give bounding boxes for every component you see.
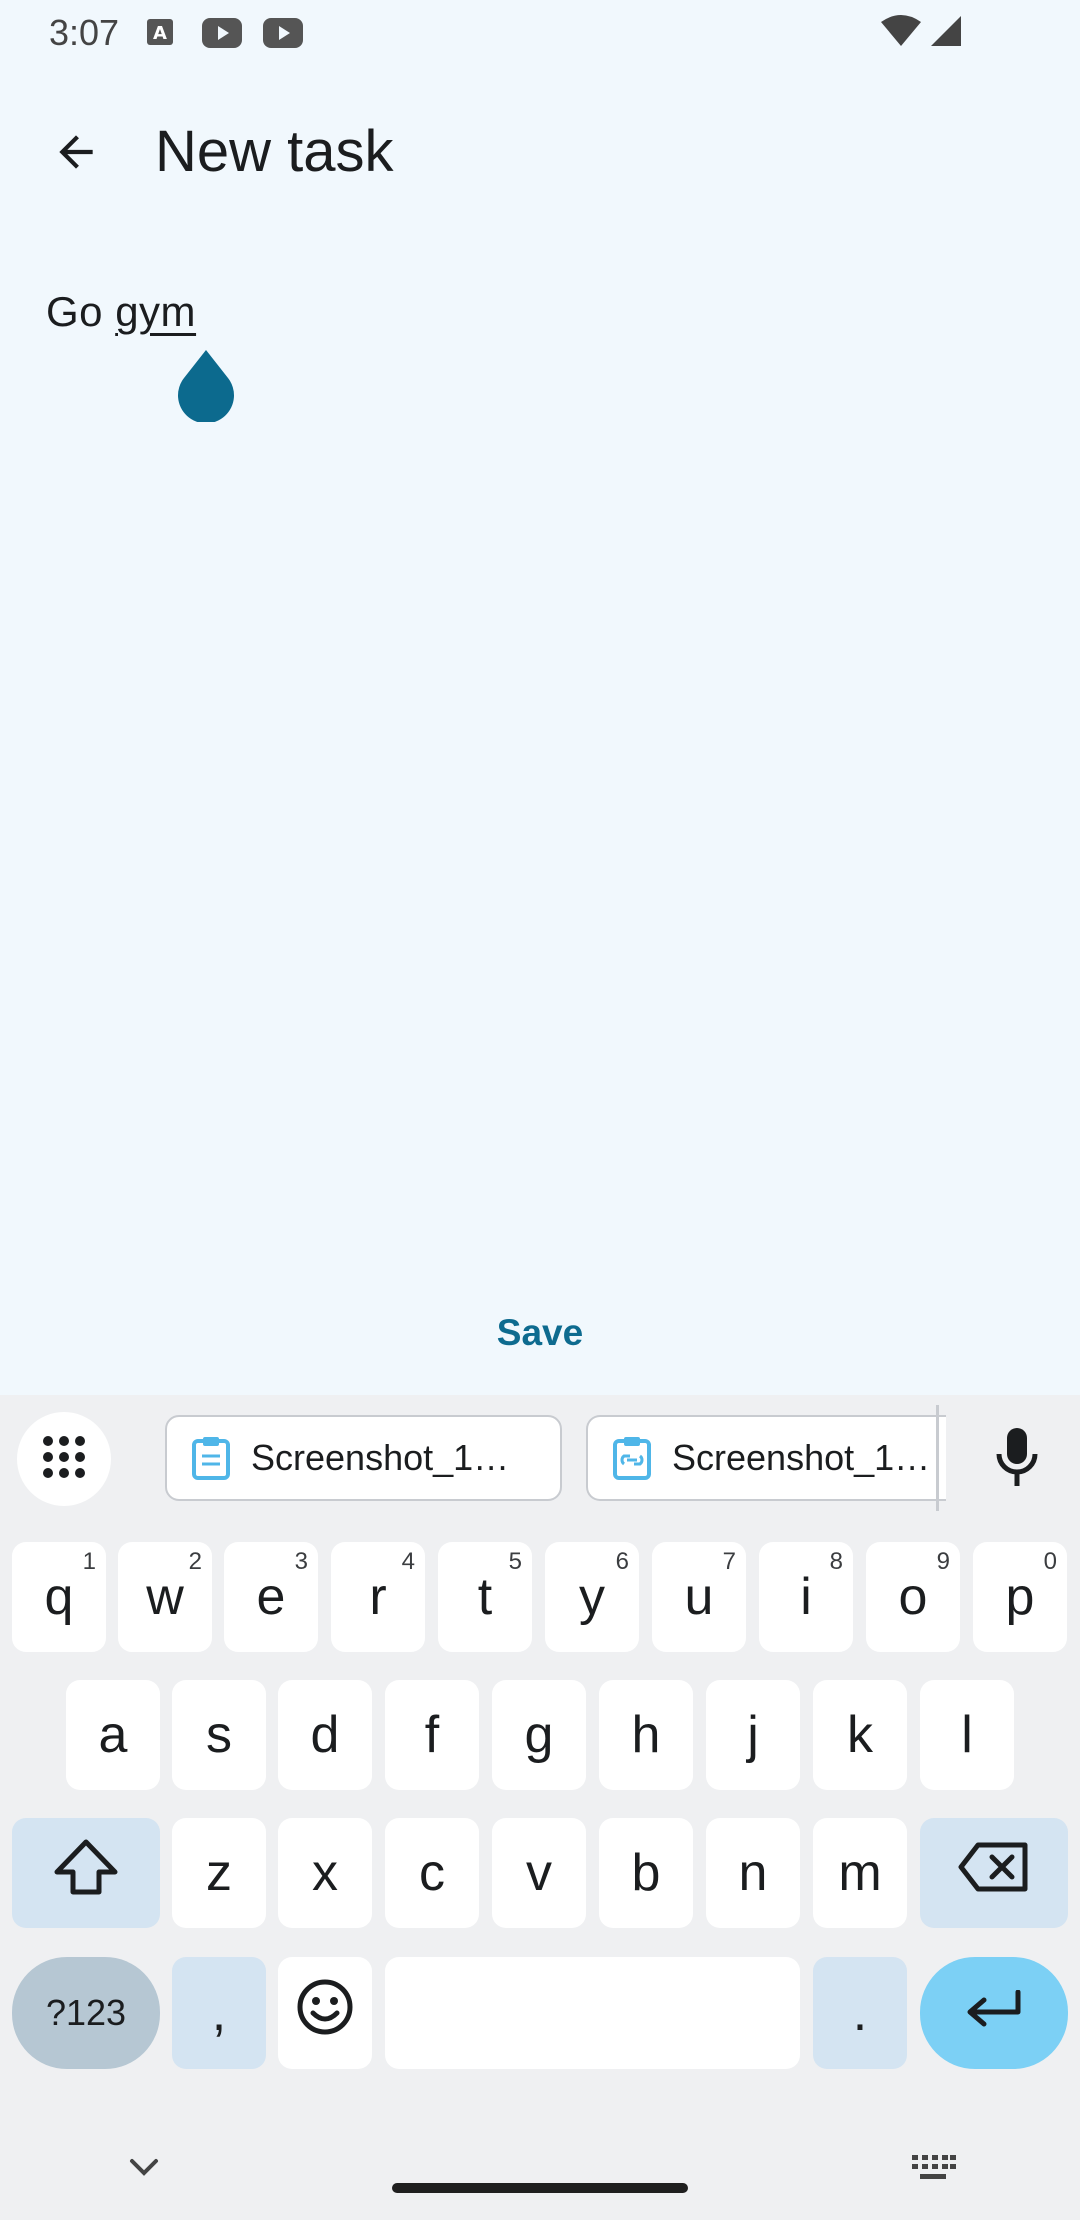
- youtube-icon: [202, 18, 242, 53]
- key-y[interactable]: y6: [545, 1542, 639, 1652]
- status-bar: 3:07 A: [0, 0, 1080, 66]
- keyboard-bottom-bar: [0, 2125, 1080, 2220]
- key-s[interactable]: s: [172, 1680, 266, 1790]
- key-w[interactable]: w2: [118, 1542, 212, 1652]
- key-j[interactable]: j: [706, 1680, 800, 1790]
- clipboard-chip[interactable]: Screenshot_1…: [586, 1415, 946, 1501]
- shift-icon: [53, 1838, 119, 1909]
- key-g[interactable]: g: [492, 1680, 586, 1790]
- hide-keyboard-button[interactable]: [126, 2155, 162, 2184]
- app-bar: New task: [0, 90, 1080, 212]
- translate-icon: A: [146, 18, 174, 51]
- page-title: New task: [155, 119, 394, 184]
- network-icons: [881, 14, 963, 53]
- key-v[interactable]: v: [492, 1818, 586, 1928]
- clipboard-link-icon: [612, 1436, 652, 1480]
- key-hint: 5: [508, 1548, 522, 1575]
- key-e[interactable]: e3: [224, 1542, 318, 1652]
- key-x[interactable]: x: [278, 1818, 372, 1928]
- clipboard-icon: [191, 1436, 231, 1480]
- emoji-icon: [297, 1979, 353, 2048]
- chip-divider: [936, 1405, 939, 1511]
- enter-key[interactable]: [920, 1957, 1068, 2069]
- key-r[interactable]: r4: [331, 1542, 425, 1652]
- key-hint: 0: [1043, 1548, 1057, 1575]
- key-label: t: [477, 1568, 493, 1626]
- key-c[interactable]: c: [385, 1818, 479, 1928]
- key-label: p: [1005, 1568, 1035, 1626]
- signal-icon: [929, 14, 963, 53]
- clipboard-chip-label: Screenshot_1…: [672, 1437, 931, 1478]
- clipboard-chip-label: Screenshot_1…: [251, 1437, 510, 1478]
- grid-icon: [41, 1434, 87, 1485]
- key-m[interactable]: m: [813, 1818, 907, 1928]
- save-button[interactable]: Save: [440, 1300, 640, 1366]
- key-d[interactable]: d: [278, 1680, 372, 1790]
- switch-keyboard-button[interactable]: [910, 2153, 956, 2188]
- shift-key[interactable]: [12, 1818, 160, 1928]
- wifi-icon: [881, 14, 921, 53]
- key-n[interactable]: n: [706, 1818, 800, 1928]
- youtube-icon: [263, 18, 303, 53]
- cursor-handle[interactable]: [176, 350, 236, 427]
- emoji-key[interactable]: [278, 1957, 372, 2069]
- backspace-key[interactable]: [920, 1818, 1068, 1928]
- key-label: w: [146, 1568, 184, 1626]
- key-hint: 9: [936, 1548, 950, 1575]
- task-text-plain: Go: [46, 288, 116, 335]
- key-hint: 3: [294, 1548, 308, 1575]
- key-b[interactable]: b: [599, 1818, 693, 1928]
- key-label: i: [800, 1568, 812, 1626]
- key-label: o: [898, 1568, 928, 1626]
- keyboard-icon: [910, 2155, 956, 2187]
- voice-input-button[interactable]: [975, 1417, 1059, 1501]
- key-label: e: [256, 1568, 286, 1626]
- key-hint: 1: [82, 1548, 96, 1575]
- status-time: 3:07: [49, 12, 120, 53]
- key-hint: 6: [615, 1548, 629, 1575]
- key-f[interactable]: f: [385, 1680, 479, 1790]
- keyboard: Screenshot_1… Screenshot_1… q1 w2 e3 r4 …: [0, 1395, 1080, 2220]
- backspace-icon: [958, 1842, 1030, 1905]
- arrow-back-icon: [51, 127, 101, 182]
- back-button[interactable]: [36, 114, 116, 194]
- key-a[interactable]: a: [66, 1680, 160, 1790]
- key-label: q: [44, 1568, 74, 1626]
- key-h[interactable]: h: [599, 1680, 693, 1790]
- clipboard-chip[interactable]: Screenshot_1…: [165, 1415, 562, 1501]
- key-k[interactable]: k: [813, 1680, 907, 1790]
- task-text-composing: gym: [115, 288, 197, 335]
- key-label: u: [684, 1568, 714, 1626]
- period-key[interactable]: .: [813, 1957, 907, 2069]
- key-p[interactable]: p0: [973, 1542, 1067, 1652]
- key-label: r: [369, 1568, 387, 1626]
- key-i[interactable]: i8: [759, 1542, 853, 1652]
- key-t[interactable]: t5: [438, 1542, 532, 1652]
- key-hint: 4: [401, 1548, 415, 1575]
- key-hint: 2: [188, 1548, 202, 1575]
- key-u[interactable]: u7: [652, 1542, 746, 1652]
- symbols-key[interactable]: ?123: [12, 1957, 160, 2069]
- key-o[interactable]: o9: [866, 1542, 960, 1652]
- key-q[interactable]: q1: [12, 1542, 106, 1652]
- microphone-icon: [995, 1427, 1039, 1491]
- comma-key[interactable]: ,: [172, 1957, 266, 2069]
- gesture-navigation-bar[interactable]: [392, 2183, 688, 2193]
- task-text: Go gym: [46, 288, 196, 335]
- key-z[interactable]: z: [172, 1818, 266, 1928]
- keyboard-toolbar: Screenshot_1… Screenshot_1…: [0, 1395, 1080, 1520]
- key-label: y: [579, 1568, 605, 1626]
- key-hint: 7: [722, 1548, 736, 1575]
- key-l[interactable]: l: [920, 1680, 1014, 1790]
- task-input[interactable]: Go gym: [46, 288, 1036, 348]
- space-key[interactable]: [385, 1957, 800, 2069]
- keyboard-apps-button[interactable]: [17, 1412, 111, 1506]
- svg-text:A: A: [153, 23, 167, 44]
- key-hint: 8: [829, 1548, 843, 1575]
- chevron-down-icon: [126, 2159, 162, 2183]
- enter-icon: [964, 1983, 1024, 2043]
